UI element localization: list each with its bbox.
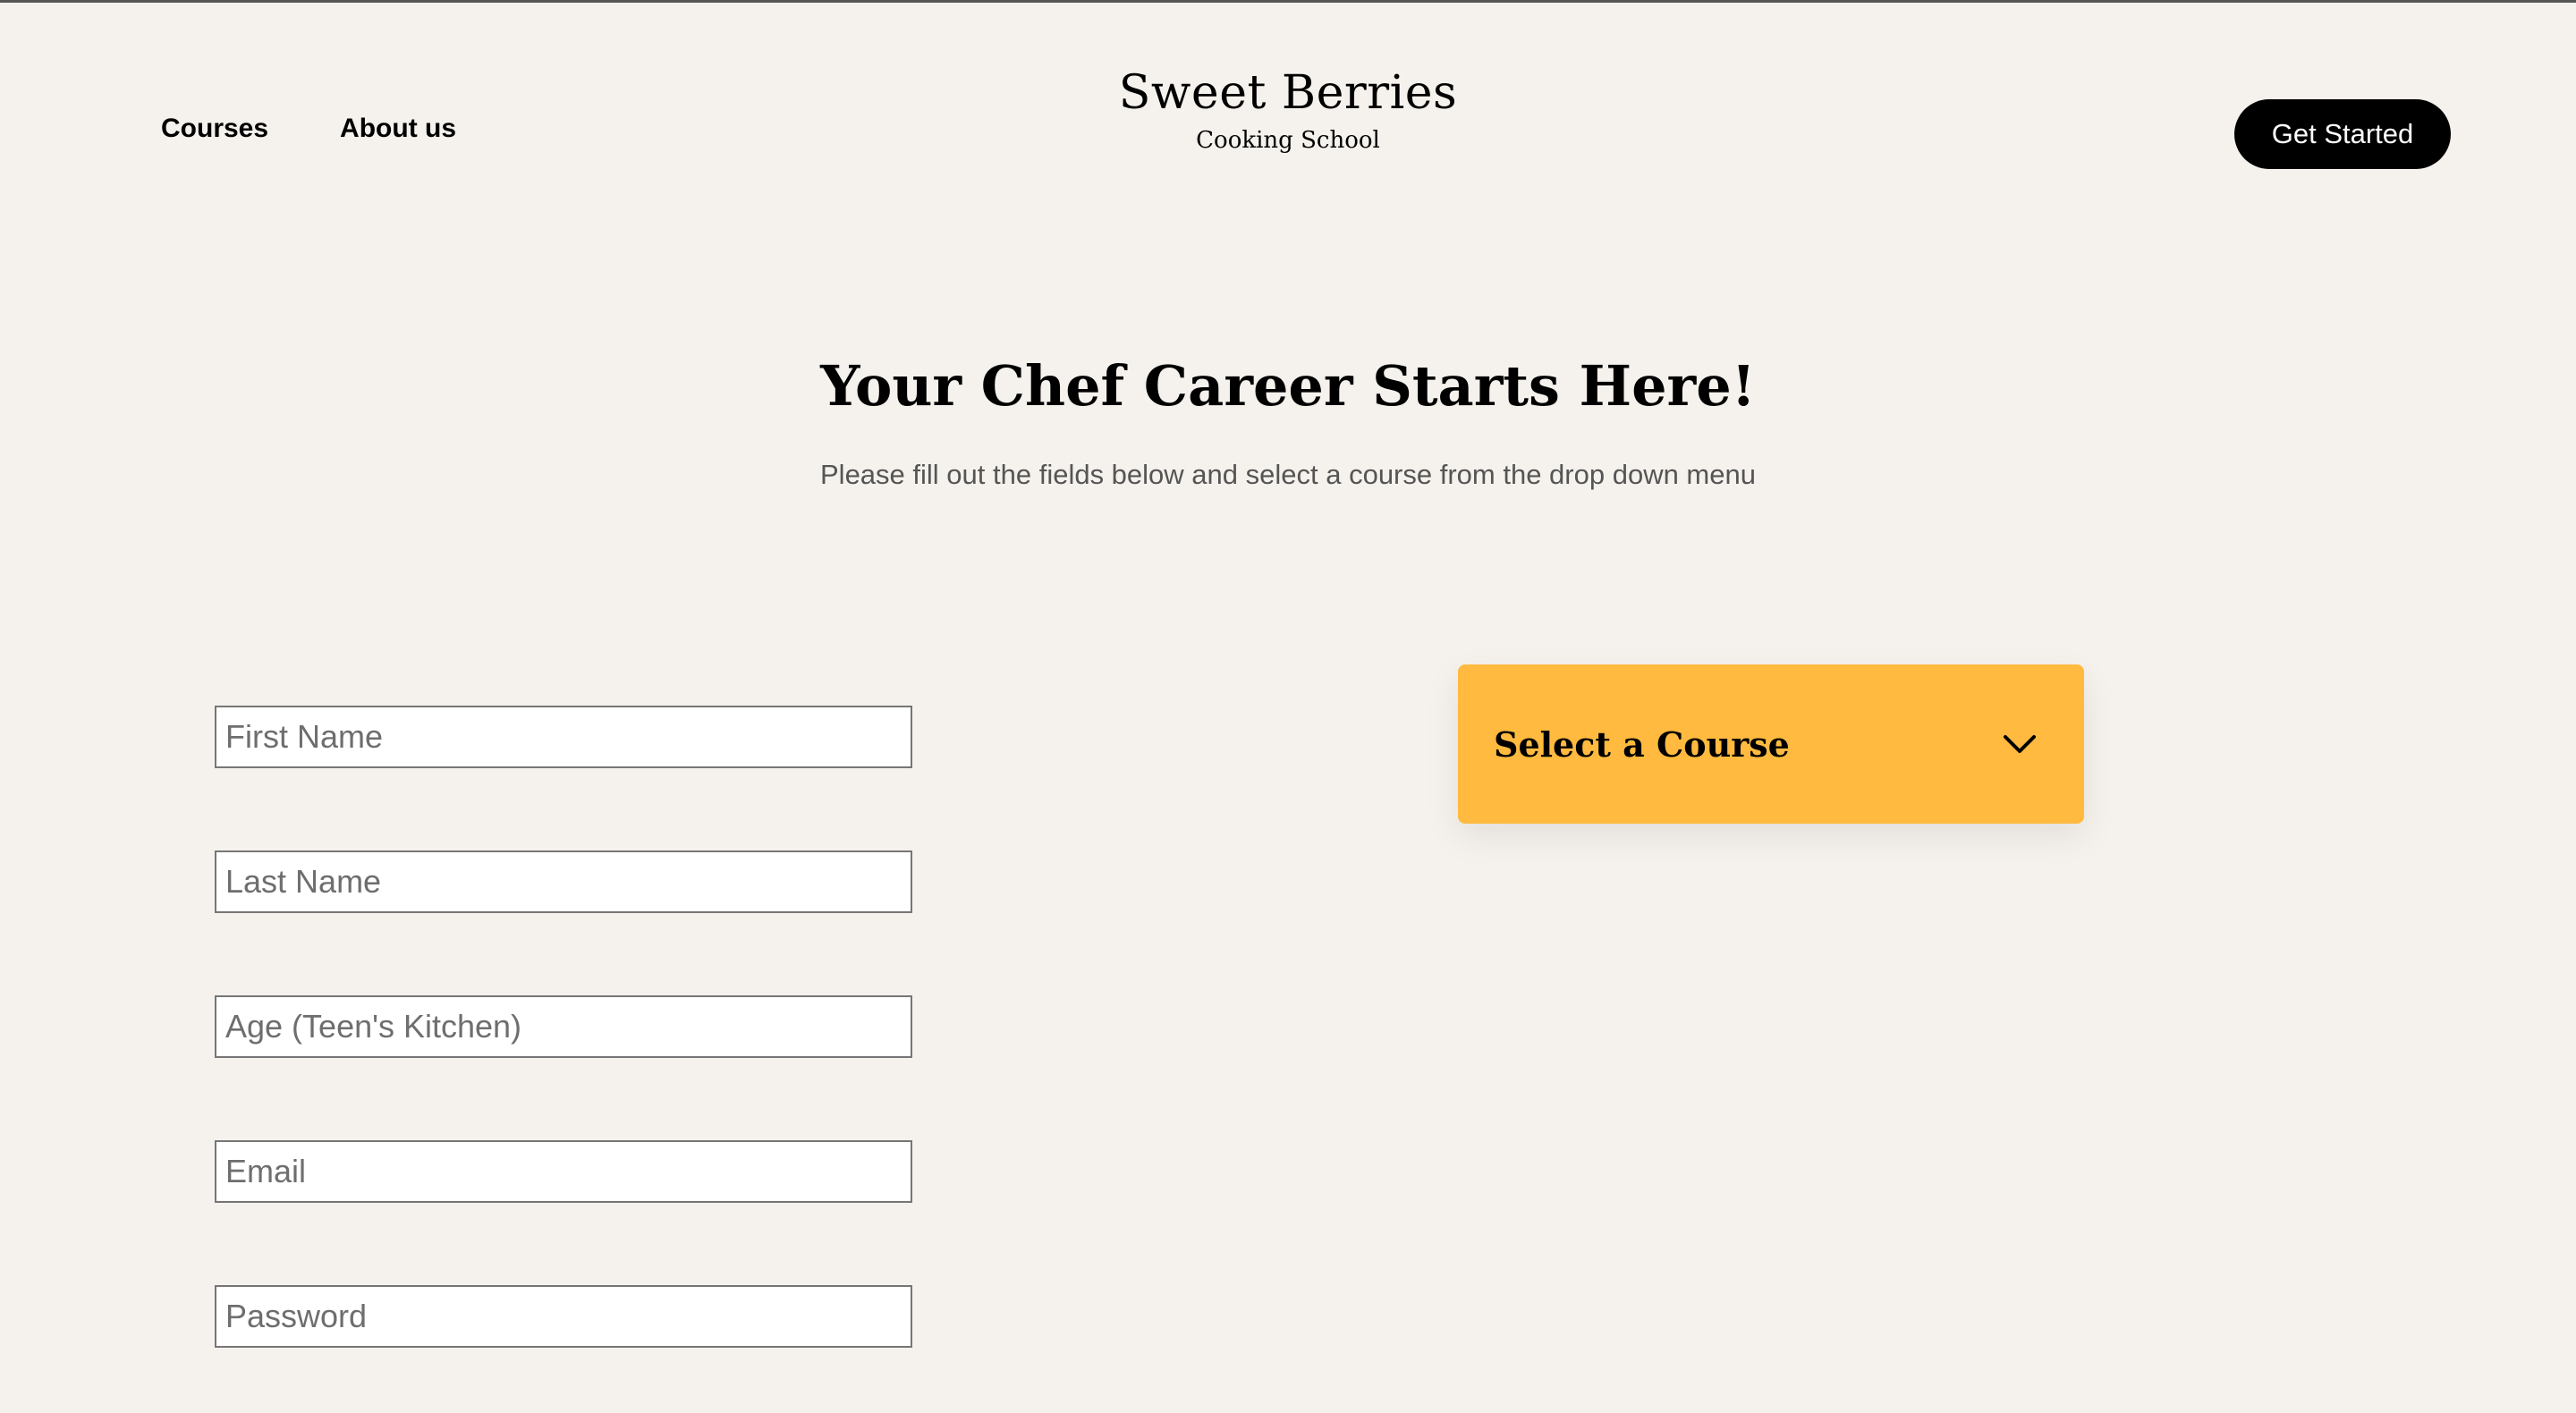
password-input[interactable] [215, 1285, 912, 1348]
brand-title: Sweet Berries [1118, 66, 1458, 120]
brand-logo[interactable]: Sweet Berries Cooking School [0, 62, 2576, 157]
age-input[interactable] [215, 995, 912, 1058]
page-subtitle: Please fill out the fields below and sel… [820, 459, 1756, 490]
course-select-label: Select a Course [1494, 723, 1790, 765]
chevron-down-icon [2002, 726, 2038, 762]
course-select-dropdown[interactable]: Select a Course [1458, 664, 2084, 824]
page: Courses About us Sweet Berries Cooking S… [0, 0, 2576, 1413]
last-name-input[interactable] [215, 850, 912, 913]
first-name-input[interactable] [215, 706, 912, 768]
page-title: Your Chef Career Starts Here! [820, 353, 1756, 419]
brand-subtitle: Cooking School [1196, 127, 1380, 154]
signup-form [215, 706, 912, 1413]
email-input[interactable] [215, 1140, 912, 1203]
get-started-button[interactable]: Get Started [2234, 99, 2451, 169]
